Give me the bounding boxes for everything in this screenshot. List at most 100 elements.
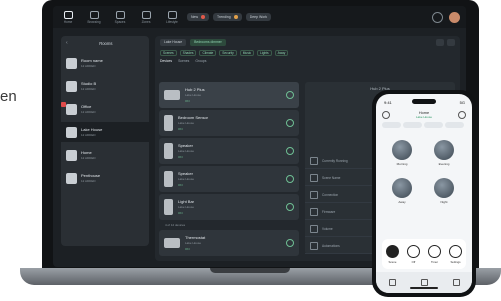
scene-night[interactable] xyxy=(434,178,454,198)
sidebar-item-penthouse[interactable]: Penthouse 12 ADDED xyxy=(61,168,149,188)
tab-scenes[interactable]: Scenes xyxy=(178,59,189,63)
scene-pill[interactable]: Bedrooms dimmer xyxy=(190,38,226,46)
device-image xyxy=(164,90,180,100)
status-signal: 5G xyxy=(459,100,465,105)
detail-label: Scene Name xyxy=(322,176,341,180)
sidebar-item-lake-house[interactable]: Lake House 12 ADDED xyxy=(61,122,149,142)
power-icon[interactable] xyxy=(286,239,294,247)
nav-spaces[interactable]: Spaces xyxy=(109,7,131,27)
device-card[interactable]: Hub 2 Plus Lake House ON xyxy=(159,82,299,108)
device-location: Lake House xyxy=(178,149,195,153)
phone-chip[interactable] xyxy=(445,122,464,128)
scene-evening[interactable] xyxy=(434,140,454,160)
phone-chip[interactable] xyxy=(424,122,443,128)
control-timer[interactable]: Timer xyxy=(428,244,441,264)
filter-pill-new[interactable]: New xyxy=(187,13,210,21)
chip-climate[interactable]: Climate xyxy=(199,49,217,56)
nav-home[interactable]: Home xyxy=(57,7,79,27)
edge-caption: en xyxy=(0,88,17,105)
room-name: Home xyxy=(81,150,92,155)
power-icon[interactable] xyxy=(286,91,294,99)
nav-label: Browsing xyxy=(87,19,101,24)
grid-icon[interactable] xyxy=(420,279,428,286)
chip-music[interactable]: Music xyxy=(239,49,255,56)
wifi-icon xyxy=(310,191,318,199)
nav-browsing[interactable]: Browsing xyxy=(83,7,105,27)
nav-lifestyle[interactable]: Lifestyle xyxy=(161,7,183,27)
device-card[interactable]: Thermostat Lake House ON xyxy=(159,230,299,256)
nav-label: Lifestyle xyxy=(166,19,178,24)
phone-screen: 9:41 5G Home Lake House Morning Evening … xyxy=(376,94,472,293)
alert-badge xyxy=(61,102,66,107)
sidebar-item-studio-b[interactable]: Studio B 12 ADDED xyxy=(61,76,149,96)
phone-chip[interactable] xyxy=(382,122,401,128)
device-list: Hub 2 Plus Lake House ON Bedroom Sensor Lak… xyxy=(159,82,299,258)
room-name: Studio B xyxy=(81,81,97,86)
scene-icon xyxy=(310,174,318,182)
filter-pill-deep-work[interactable]: Deep Work xyxy=(245,13,272,21)
control-label: Timer xyxy=(430,259,439,264)
nav-label: Home xyxy=(63,19,73,24)
chip-shades[interactable]: Shades xyxy=(179,49,197,56)
control-settings[interactable]: Settings xyxy=(449,244,462,264)
add-icon[interactable] xyxy=(458,111,466,119)
power-icon[interactable] xyxy=(286,175,294,183)
home-icon xyxy=(63,10,73,19)
scene-away[interactable] xyxy=(392,178,412,198)
profile-icon[interactable] xyxy=(452,279,460,286)
device-name: Speaker xyxy=(178,143,193,148)
filter-pill-trending[interactable]: Trending xyxy=(213,13,242,21)
device-card[interactable]: Speaker Lake House ON xyxy=(159,166,299,192)
sidebar-item-office[interactable]: Office 12 ADDED xyxy=(61,99,149,119)
sidebar-item-room-name[interactable]: Room name 12 ADDED xyxy=(61,53,149,73)
scene-label: Evening xyxy=(438,162,450,166)
control-scene[interactable]: Scene xyxy=(386,244,399,264)
device-name: Hub 2 Plus xyxy=(185,87,205,92)
room-name: Office xyxy=(81,104,92,109)
control-label: Scene xyxy=(388,259,397,264)
grid-view-icon[interactable] xyxy=(436,38,444,46)
panel-header: Lake House Bedrooms dimmer xyxy=(155,36,460,48)
tab-groups[interactable]: Groups xyxy=(195,59,206,63)
scene-morning[interactable] xyxy=(392,140,412,160)
power-icon[interactable] xyxy=(286,147,294,155)
avatar[interactable] xyxy=(449,11,460,23)
room-name: Lake House xyxy=(81,127,103,132)
chip-lights[interactable]: Lights xyxy=(257,49,272,56)
room-thumbnail xyxy=(66,80,77,92)
dynamic-island xyxy=(412,99,436,104)
device-card[interactable]: Light Bar Lake House ON xyxy=(159,194,299,220)
device-card[interactable]: Bedroom Sensor Lake House ON xyxy=(159,110,299,136)
device-image xyxy=(164,199,173,215)
menu-icon[interactable] xyxy=(382,111,390,119)
device-image xyxy=(164,143,173,159)
device-status: ON xyxy=(178,183,183,187)
power-icon[interactable] xyxy=(286,203,294,211)
device-location: Lake House xyxy=(178,205,195,209)
power-icon[interactable] xyxy=(286,119,294,127)
settings-icon[interactable] xyxy=(432,11,443,23)
chip-security[interactable]: Security xyxy=(219,49,237,56)
sidebar-header: ‹ Rooms xyxy=(61,36,149,50)
tab-devices[interactable]: Devices xyxy=(160,59,172,63)
phone-chip[interactable] xyxy=(403,122,422,128)
room-sub: 12 ADDED xyxy=(81,156,96,160)
location-pill[interactable]: Lake House xyxy=(160,38,187,46)
room-sub: 12 ADDED xyxy=(81,87,96,91)
chip-scenes[interactable]: Scenes xyxy=(160,49,177,56)
sidebar-title: Rooms xyxy=(99,40,113,46)
nav-label: Zones xyxy=(141,19,151,24)
scene-label: Away xyxy=(398,200,406,204)
volume-icon xyxy=(310,225,318,233)
device-location: Lake House xyxy=(178,121,195,125)
control-off[interactable]: Off xyxy=(407,244,420,264)
chip-away[interactable]: Away xyxy=(274,49,289,56)
nav-zones[interactable]: Zones xyxy=(135,7,157,27)
list-view-icon[interactable] xyxy=(447,38,455,46)
room-thumbnail xyxy=(66,103,77,115)
zone-icon xyxy=(141,10,151,19)
sidebar-item-home[interactable]: Home 12 ADDED xyxy=(61,145,149,165)
device-card[interactable]: Speaker Lake House ON xyxy=(159,138,299,164)
phone-title-block: Home Lake House xyxy=(390,111,458,119)
home-icon[interactable] xyxy=(388,279,396,286)
